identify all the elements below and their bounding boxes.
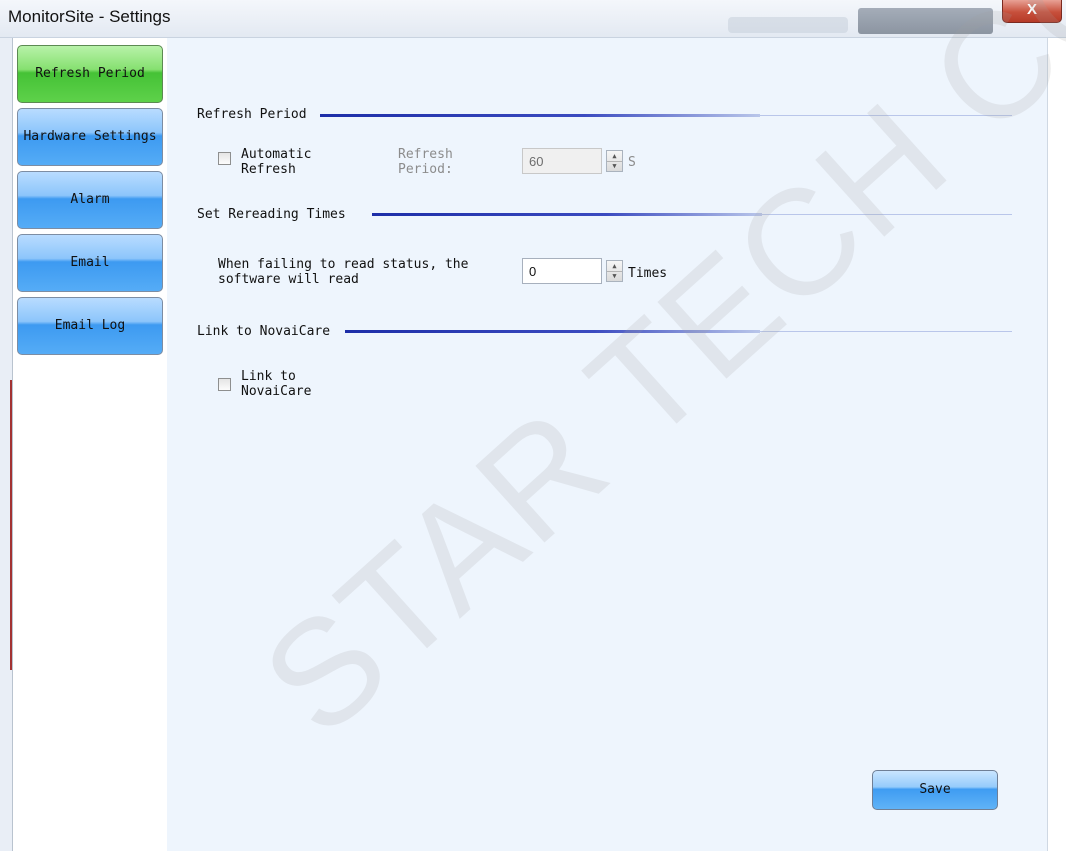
refresh-period-label-line2: Period: <box>398 162 453 177</box>
settings-window: MonitorSite - Settings X Refresh Period … <box>0 0 1066 851</box>
sidebar-item-refresh-period[interactable]: Refresh Period <box>17 45 163 103</box>
sidebar-item-email-log[interactable]: Email Log <box>17 297 163 355</box>
section-divider-refresh-fade <box>760 115 1012 116</box>
section-divider-novaicare <box>345 330 760 333</box>
sidebar-item-alarm[interactable]: Alarm <box>17 171 163 229</box>
window-right-edge <box>1047 38 1066 851</box>
automatic-refresh-label-line1: Automatic <box>241 147 312 162</box>
sidebar-item-hardware-settings[interactable]: Hardware Settings <box>17 108 163 166</box>
rereading-times-spinner[interactable]: ▲ ▼ <box>606 260 623 282</box>
sidebar: Refresh Period Hardware Settings Alarm E… <box>12 38 168 851</box>
rereading-times-input[interactable] <box>522 258 602 284</box>
refresh-period-spinner[interactable]: ▲ ▼ <box>606 150 623 172</box>
section-divider-refresh <box>320 114 760 117</box>
section-heading-refresh-period: Refresh Period <box>197 107 311 122</box>
blurred-background-region <box>728 17 848 33</box>
refresh-period-unit: S <box>628 155 636 170</box>
section-divider-rereading <box>372 213 762 216</box>
link-novaicare-checkbox[interactable] <box>218 378 231 391</box>
close-button[interactable]: X <box>1002 0 1062 23</box>
link-novaicare-label-line2: NovaiCare <box>241 384 312 399</box>
spin-down-icon[interactable]: ▼ <box>607 271 622 281</box>
sidebar-item-email[interactable]: Email <box>17 234 163 292</box>
rereading-description-line1: When failing to read status, the <box>218 257 469 272</box>
section-divider-novaicare-fade <box>760 331 1012 332</box>
section-heading-rereading: Set Rereading Times <box>197 207 350 222</box>
refresh-period-label-line1: Refresh <box>398 147 453 162</box>
section-heading-novaicare: Link to NovaiCare <box>197 324 335 339</box>
spin-down-icon[interactable]: ▼ <box>607 161 622 171</box>
blurred-background-region-dark <box>858 8 993 34</box>
section-divider-rereading-fade <box>762 214 1012 215</box>
refresh-period-input[interactable] <box>522 148 602 174</box>
automatic-refresh-label-line2: Refresh <box>241 162 296 177</box>
rereading-description-line2: software will read <box>218 272 359 287</box>
window-title: MonitorSite - Settings <box>8 7 171 26</box>
save-button[interactable]: Save <box>872 770 998 810</box>
title-bar[interactable]: MonitorSite - Settings X <box>0 0 1066 38</box>
rereading-times-unit: Times <box>628 266 668 281</box>
link-novaicare-label-line1: Link to <box>241 369 296 384</box>
automatic-refresh-checkbox[interactable] <box>218 152 231 165</box>
